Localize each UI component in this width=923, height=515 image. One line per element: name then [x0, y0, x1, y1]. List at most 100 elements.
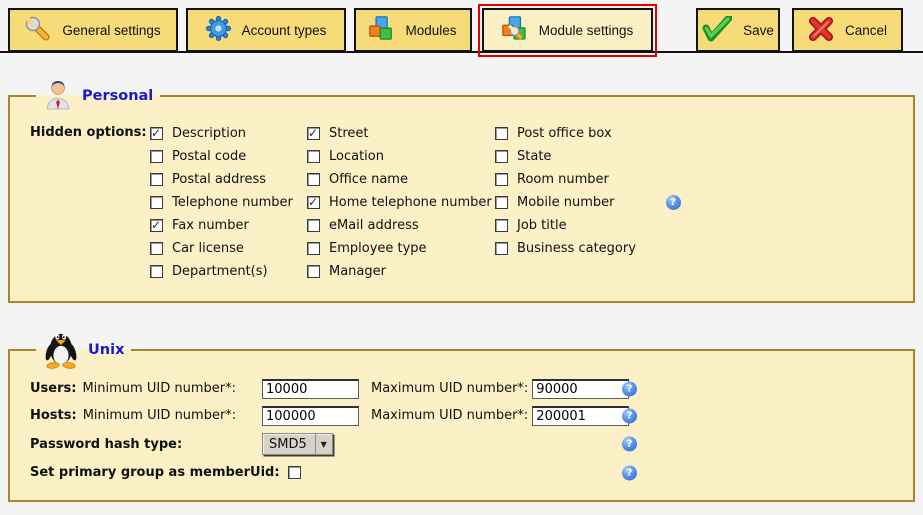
hosts-min-uid-label: Hosts:Minimum UID number*:: [30, 408, 262, 423]
unix-legend: Unix: [36, 327, 131, 373]
option-employee-type[interactable]: Employee type: [307, 241, 495, 256]
hosts-max-uid-input[interactable]: [532, 406, 629, 426]
option-postal-code[interactable]: Postal code: [150, 149, 307, 164]
checkbox[interactable]: [495, 196, 508, 209]
option-departments[interactable]: Department(s): [150, 264, 307, 279]
section-title: Unix: [88, 342, 124, 358]
option-state[interactable]: State: [495, 149, 727, 164]
help-icon[interactable]: [666, 195, 681, 210]
option-fax-number[interactable]: Fax number: [150, 218, 307, 233]
checkbox[interactable]: [150, 127, 163, 140]
help-icon[interactable]: [622, 437, 637, 452]
users-max-uid-input[interactable]: [532, 379, 629, 399]
checkbox[interactable]: [150, 196, 163, 209]
checkbox[interactable]: [307, 127, 320, 140]
users-min-uid-label: Users:Minimum UID number*:: [30, 381, 262, 396]
option-telephone-number[interactable]: Telephone number: [150, 195, 307, 210]
help-icon[interactable]: [622, 381, 637, 396]
checkmark-icon: [702, 16, 732, 45]
password-hash-label: Password hash type:: [30, 437, 262, 452]
option-label: Room number: [517, 172, 609, 187]
help-icon[interactable]: [622, 465, 637, 480]
checkbox[interactable]: [150, 150, 163, 163]
select-value: SMD5: [263, 434, 315, 454]
hosts-max-uid-label: Maximum UID number*:: [371, 408, 528, 423]
checkbox[interactable]: [495, 219, 508, 232]
option-job-title[interactable]: Job title: [495, 218, 727, 233]
section-title: Personal: [82, 88, 153, 104]
checkbox[interactable]: [307, 242, 320, 255]
tab-account-types[interactable]: Account types: [186, 8, 346, 52]
users-max-uid-label: Maximum UID number*:: [371, 381, 528, 396]
cancel-button[interactable]: Cancel: [792, 8, 903, 52]
option-label: Fax number: [172, 218, 249, 233]
option-postal-address[interactable]: Postal address: [150, 172, 307, 187]
hidden-options-grid: Description Street Post office box Posta…: [150, 122, 727, 283]
member-uid-row: Set primary group as memberUid:: [30, 459, 903, 486]
option-label: Telephone number: [172, 195, 293, 210]
option-label: Office name: [329, 172, 408, 187]
checkbox[interactable]: [307, 219, 320, 232]
tab-label: General settings: [62, 23, 160, 38]
button-label: Cancel: [845, 23, 887, 38]
tab-label: Modules: [405, 23, 456, 38]
checkbox[interactable]: [150, 173, 163, 186]
checkbox[interactable]: [150, 219, 163, 232]
option-description[interactable]: Description: [150, 126, 307, 141]
option-car-license[interactable]: Car license: [150, 241, 307, 256]
option-label: Mobile number: [517, 195, 615, 210]
personal-legend: Personal: [36, 78, 160, 114]
gear-icon: [206, 16, 231, 44]
option-home-telephone-number[interactable]: Home telephone number: [307, 195, 495, 210]
help-icon[interactable]: [622, 408, 637, 423]
password-hash-row: Password hash type: SMD5: [30, 429, 903, 459]
option-location[interactable]: Location: [307, 149, 495, 164]
option-room-number[interactable]: Room number: [495, 172, 727, 187]
hidden-options-row: Hidden options: Description Street Post …: [30, 122, 903, 283]
option-post-office-box[interactable]: Post office box: [495, 126, 727, 141]
checkbox[interactable]: [495, 150, 508, 163]
option-label: Post office box: [517, 126, 612, 141]
toolbar: General settings Account types: [0, 0, 923, 55]
option-label: Business category: [517, 241, 636, 256]
password-hash-select[interactable]: SMD5: [262, 433, 333, 455]
option-label: State: [517, 149, 551, 164]
option-label: Car license: [172, 241, 244, 256]
option-mobile-number[interactable]: Mobile number: [495, 195, 727, 210]
users-min-uid-input[interactable]: [262, 379, 359, 399]
tux-penguin-icon: [43, 327, 79, 373]
checkbox[interactable]: [307, 265, 320, 278]
option-manager[interactable]: Manager: [307, 264, 495, 279]
checkbox[interactable]: [307, 173, 320, 186]
checkbox[interactable]: [307, 196, 320, 209]
users-uid-row: Users:Minimum UID number*: Maximum UID n…: [30, 375, 903, 402]
tab-module-settings[interactable]: Module settings: [482, 8, 653, 52]
checkbox[interactable]: [495, 127, 508, 140]
option-label: eMail address: [329, 218, 419, 233]
member-uid-checkbox[interactable]: [288, 466, 301, 479]
option-email-address[interactable]: eMail address: [307, 218, 495, 233]
checkbox[interactable]: [150, 242, 163, 255]
option-label: Location: [329, 149, 384, 164]
chevron-down-icon: [315, 434, 332, 454]
option-label: Description: [172, 126, 246, 141]
option-business-category[interactable]: Business category: [495, 241, 727, 256]
checkbox[interactable]: [150, 265, 163, 278]
option-office-name[interactable]: Office name: [307, 172, 495, 187]
checkbox[interactable]: [307, 150, 320, 163]
cubes-icon: [369, 16, 394, 44]
save-button[interactable]: Save: [696, 8, 780, 52]
member-uid-label: Set primary group as memberUid:: [30, 465, 280, 480]
option-street[interactable]: Street: [307, 126, 495, 141]
tab-modules[interactable]: Modules: [354, 8, 472, 52]
checkbox[interactable]: [495, 242, 508, 255]
tab-general-settings[interactable]: General settings: [8, 8, 178, 52]
option-label: Postal address: [172, 172, 266, 187]
option-label: Street: [329, 126, 369, 141]
hidden-options-label: Hidden options:: [30, 122, 150, 283]
option-label: Department(s): [172, 264, 268, 279]
hosts-min-uid-input[interactable]: [262, 406, 359, 426]
option-label: Employee type: [329, 241, 427, 256]
hosts-uid-row: Hosts:Minimum UID number*: Maximum UID n…: [30, 402, 903, 429]
checkbox[interactable]: [495, 173, 508, 186]
